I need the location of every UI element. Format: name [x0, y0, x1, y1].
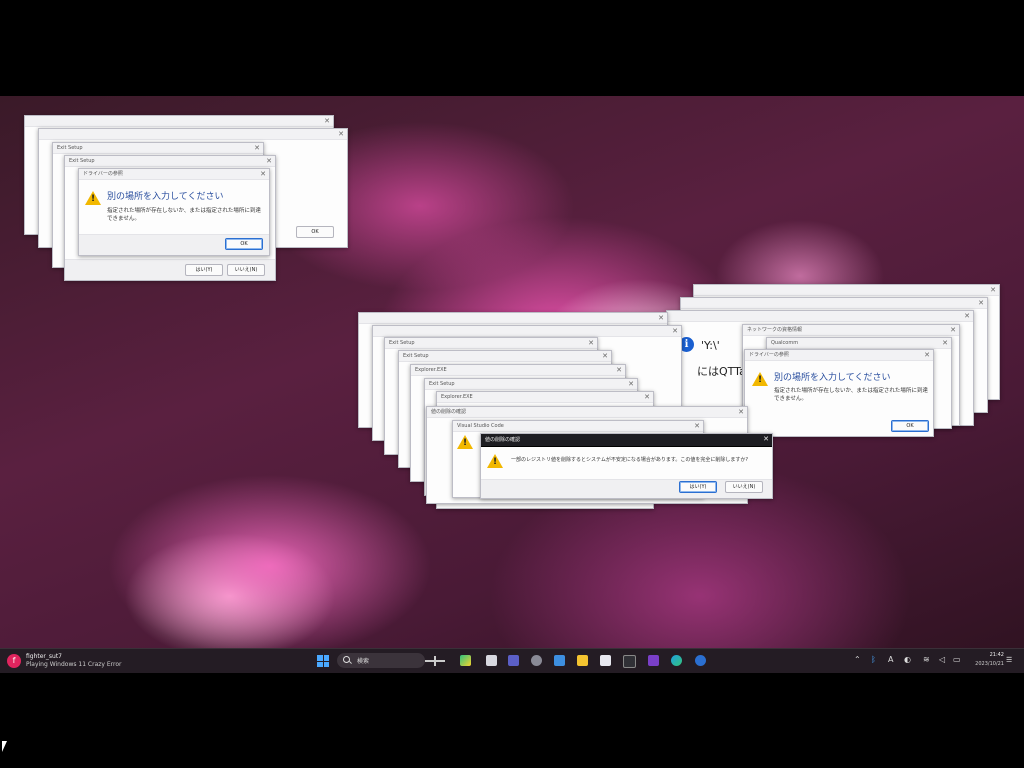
warning-icon [487, 454, 503, 468]
yes-button[interactable]: はい(Y) [679, 481, 717, 493]
ok-button[interactable]: OK [296, 226, 334, 238]
dialog-titlebar [39, 129, 347, 140]
chevron-up-icon[interactable]: ⌃ [854, 654, 861, 666]
chrome-app-icon[interactable] [695, 655, 706, 666]
windows-start-icon[interactable] [317, 655, 329, 667]
teams-app-icon[interactable] [508, 655, 519, 666]
dialog-title: Exit Setup [425, 379, 637, 390]
notification-icon[interactable]: ☰ [1006, 654, 1012, 666]
terminal-app-icon[interactable] [623, 655, 636, 668]
explorer-app-icon[interactable] [577, 655, 588, 666]
dialog-title: 値の削除の確認 [481, 434, 772, 447]
streamer-avatar: f [7, 654, 21, 668]
dialog-title: Explorer.EXE [437, 392, 653, 403]
settings-app-icon[interactable] [531, 655, 542, 666]
copilot-app-icon[interactable] [460, 655, 471, 666]
bluetooth-icon[interactable]: ᛒ [871, 654, 876, 666]
close-icon[interactable]: ✕ [924, 350, 930, 360]
ime-mode-icon[interactable]: ◐ [904, 654, 911, 666]
yes-button[interactable]: はい(Y) [185, 264, 223, 276]
edge-app-icon[interactable] [671, 655, 682, 666]
close-icon[interactable]: ✕ [658, 313, 664, 323]
close-icon[interactable]: ✕ [990, 285, 996, 295]
battery-icon[interactable]: ▭ [953, 654, 961, 666]
warning-icon [85, 191, 101, 205]
close-icon[interactable]: ✕ [694, 421, 700, 431]
delete-value-dialog[interactable]: 値の削除の確認✕ 一部のレジストリ値を削除するとシステムが不安定になる場合があり… [480, 433, 773, 499]
visual-studio-app-icon[interactable] [648, 655, 659, 666]
dialog-header: 別の場所を入力してください [774, 373, 891, 383]
taskbar: f fighter_sut7 Playing Windows 11 Crazy … [0, 648, 1024, 673]
close-icon[interactable]: ✕ [644, 392, 650, 402]
widget-icon[interactable] [425, 656, 445, 666]
dialog-title: Visual Studio Code [453, 421, 703, 432]
no-button[interactable]: いいえ(N) [227, 264, 265, 276]
close-icon[interactable]: ✕ [588, 338, 594, 348]
clock-date[interactable]: 2023/10/21 [968, 661, 1004, 667]
streamer-name: fighter_sut7 [26, 653, 62, 660]
dialog-title: ネットワークの資格情報 [743, 325, 959, 336]
dialog-title: 値の削除の確認 [427, 407, 747, 418]
close-icon[interactable]: ✕ [266, 156, 272, 166]
close-icon[interactable]: ✕ [763, 434, 769, 444]
close-icon[interactable]: ✕ [254, 143, 260, 153]
dialog-body: 指定された場所が存在しないか、または指定された場所に到達できません。 [774, 388, 928, 402]
dialog-body: 指定された場所が存在しないか、または指定された場所に到達できません。 [107, 208, 261, 222]
dialog-title: ドライバーの参照 [79, 169, 269, 180]
close-icon[interactable]: ✕ [324, 116, 330, 126]
close-icon[interactable]: ✕ [942, 338, 948, 348]
dialog-titlebar [681, 298, 987, 309]
dialog-header: 'Y:\' [701, 339, 720, 352]
close-icon[interactable]: ✕ [260, 169, 266, 179]
dialog-titlebar [667, 311, 973, 322]
volume-icon[interactable]: ◁ [939, 654, 945, 666]
ok-button[interactable]: OK [891, 420, 929, 432]
task-view-icon[interactable] [486, 655, 497, 666]
wifi-icon[interactable]: ≋ [923, 654, 930, 666]
store-app-icon[interactable] [600, 655, 611, 666]
stream-status: Playing Windows 11 Crazy Error [26, 661, 122, 668]
clock-time[interactable]: 21:42 [980, 652, 1004, 658]
close-icon[interactable]: ✕ [950, 325, 956, 335]
ok-button[interactable]: OK [225, 238, 263, 250]
warning-icon [457, 435, 473, 449]
dialog-title: Explorer.EXE [411, 365, 625, 376]
search-placeholder: 検索 [357, 658, 370, 665]
dialog-body: 一部のレジストリ値を削除するとシステムが不安定になる場合があります。この値を完全… [511, 457, 749, 463]
dialog-header: 別の場所を入力してください [107, 192, 224, 202]
close-icon[interactable]: ✕ [964, 311, 970, 321]
dialog-title: Exit Setup [385, 338, 597, 349]
dialog-titlebar [373, 326, 681, 337]
dialog-title: Qualcomm [767, 338, 951, 349]
ime-icon[interactable]: A [888, 654, 893, 666]
close-icon[interactable]: ✕ [602, 351, 608, 361]
dialog-title: Exit Setup [65, 156, 275, 167]
drive-error-dialog[interactable]: ドライバーの参照✕ 別の場所を入力してください 指定された場所が存在しないか、ま… [744, 349, 934, 437]
warning-icon [752, 372, 768, 386]
desktop-wallpaper: ✕ ✕ OK Exit Setup ✕ Exit Setup ✕ はい(Y) いいえ… [0, 96, 1024, 672]
no-button[interactable]: いいえ(N) [725, 481, 763, 493]
close-icon[interactable]: ✕ [672, 326, 678, 336]
search-icon [343, 656, 350, 663]
dialog-title: ドライバーの参照 [745, 350, 933, 361]
dialog-title: Exit Setup [53, 143, 263, 154]
dialog-titlebar [694, 285, 999, 296]
close-icon[interactable]: ✕ [628, 379, 634, 389]
mouse-cursor-icon [2, 741, 7, 752]
dialog-titlebar [359, 313, 667, 324]
mail-app-icon[interactable] [554, 655, 565, 666]
close-icon[interactable]: ✕ [978, 298, 984, 308]
drive-error-dialog[interactable]: ドライバーの参照✕ 別の場所を入力してください 指定された場所が存在しないか、ま… [78, 168, 270, 256]
close-icon[interactable]: ✕ [338, 129, 344, 139]
taskbar-search[interactable]: 検索 [337, 653, 425, 668]
close-icon[interactable]: ✕ [616, 365, 622, 375]
dialog-titlebar [25, 116, 333, 127]
close-icon[interactable]: ✕ [738, 407, 744, 417]
dialog-title: Exit Setup [399, 351, 611, 362]
